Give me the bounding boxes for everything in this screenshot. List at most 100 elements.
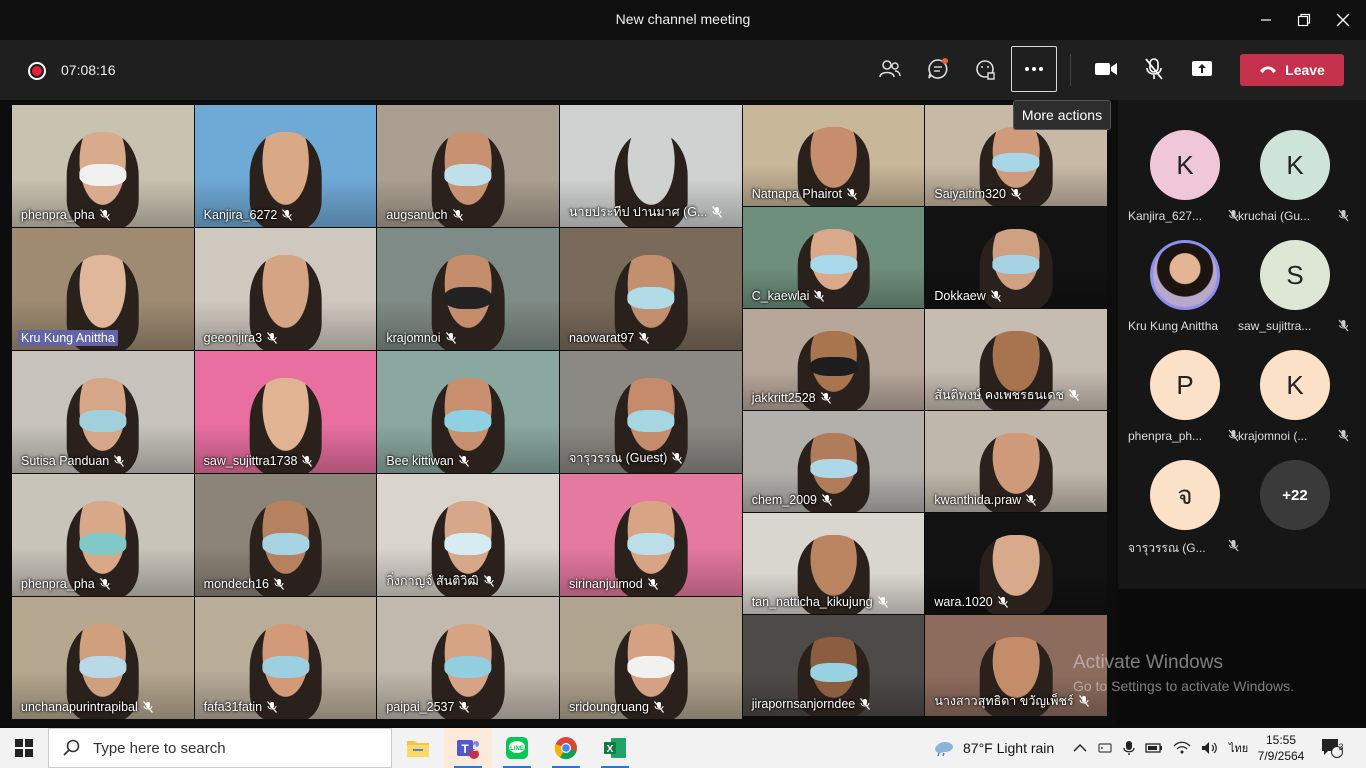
participant-video-tile[interactable]: krajomnoi <box>377 228 560 350</box>
participant-avatar[interactable]: จ <box>1150 460 1220 530</box>
participant-video-tile[interactable]: Kru Kung Anittha <box>12 228 194 350</box>
roster-participant[interactable]: Kkrajomnoi (... <box>1236 350 1354 460</box>
participant-video-tile[interactable]: chem_2009 <box>742 411 925 512</box>
participant-avatar[interactable]: S <box>1260 240 1330 310</box>
participant-name-label: C_kaewlai <box>749 288 828 304</box>
chevron-up-icon[interactable] <box>1073 743 1087 753</box>
roster-participant[interactable]: Kru Kung Anittha <box>1126 240 1244 350</box>
more-participants-avatar[interactable]: +22 <box>1260 460 1330 530</box>
more-actions-button[interactable] <box>1011 46 1057 92</box>
microphone-icon[interactable] <box>1123 740 1135 756</box>
show-conversation-button[interactable] <box>915 46 961 92</box>
muted-mic-icon <box>99 578 110 590</box>
participant-video-tile[interactable]: phenpra_pha <box>12 474 194 596</box>
search-icon <box>63 739 80 756</box>
camera-button[interactable] <box>1083 46 1129 92</box>
taskbar-search-box[interactable]: Type here to search <box>48 728 392 768</box>
avatar-initial: +22 <box>1282 486 1308 504</box>
avatar-initial: จ <box>1177 479 1193 510</box>
participant-video-tile[interactable]: Natnapa Phairot <box>742 105 925 206</box>
taskbar-clock[interactable]: 15:55 7/9/2564 <box>1255 732 1307 764</box>
roster-participant-name: Kanjira_627... <box>1128 209 1203 223</box>
participant-name-label: Dokkaew <box>931 288 1003 304</box>
participant-video-tile[interactable]: Kanjira_6272 <box>194 105 377 227</box>
muted-mic-icon <box>459 701 470 713</box>
taskbar-file-explorer[interactable] <box>394 728 442 768</box>
participant-video-tile[interactable]: Sutisa Panduan <box>12 351 194 473</box>
participant-avatar[interactable]: P <box>1150 350 1220 420</box>
avatar-initial: K <box>1176 149 1194 180</box>
windows-logo-icon <box>15 739 33 757</box>
muted-mic-icon <box>452 209 463 221</box>
participant-video-tile[interactable]: augsanuch <box>377 105 560 227</box>
participant-video-tile[interactable]: sridoungruang <box>560 597 742 719</box>
meeting-timer: 07:08:16 <box>61 62 116 78</box>
minimize-icon <box>1261 19 1271 21</box>
participant-name: phenpra_pha <box>21 577 95 591</box>
mute-button[interactable] <box>1131 46 1177 92</box>
participant-name-label: phenpra_pha <box>18 207 113 223</box>
participant-video-tile[interactable]: fafa31fatin <box>194 597 377 719</box>
muted-mic-icon <box>483 575 494 587</box>
roster-participant[interactable]: Pphenpra_ph... <box>1126 350 1244 460</box>
battery-icon[interactable] <box>1145 741 1163 755</box>
participant-video-tile[interactable]: tan_natticha_kikujung <box>742 513 925 614</box>
leave-label: Leave <box>1285 62 1325 78</box>
taskbar-excel[interactable]: X <box>591 728 639 768</box>
participant-video-tile[interactable]: geeonjira3 <box>194 228 377 350</box>
face-mask <box>444 532 492 555</box>
muted-mic-icon <box>114 455 125 467</box>
wifi-icon[interactable] <box>1173 741 1191 755</box>
avatar-initial: K <box>1286 149 1304 180</box>
participant-avatar[interactable] <box>1150 240 1220 310</box>
taskbar-chrome[interactable] <box>542 728 590 768</box>
participant-video-tile[interactable]: jirapornsanjorndee <box>742 615 925 716</box>
roster-participant[interactable]: Kkruchai (Gu... <box>1236 130 1354 240</box>
face-mask <box>992 153 1040 172</box>
participant-video-tile[interactable]: Bee kittiwan <box>377 351 560 473</box>
network-drive-icon[interactable] <box>1097 741 1113 755</box>
taskbar-teams[interactable]: T 1 <box>444 728 492 768</box>
participant-avatar[interactable]: K <box>1260 350 1330 420</box>
volume-icon[interactable] <box>1201 741 1219 755</box>
restore-icon <box>1297 13 1311 27</box>
face-mask <box>444 409 492 432</box>
svg-text:T: T <box>461 742 469 756</box>
participant-video-tile[interactable]: จารุวรรณ (Guest) <box>560 351 742 473</box>
close-button[interactable] <box>1320 0 1366 40</box>
excel-icon: X <box>604 738 626 758</box>
participant-video-tile[interactable]: Dokkaew <box>925 207 1108 308</box>
participant-avatar[interactable]: K <box>1260 130 1330 200</box>
weather-widget[interactable]: 87°F Light rain <box>933 728 1054 768</box>
start-button[interactable] <box>0 728 48 768</box>
participant-video-tile[interactable]: นายประทีป ปานมาศ (G... <box>560 105 742 227</box>
input-language[interactable]: ไทย <box>1229 739 1248 757</box>
participant-video-tile[interactable]: jakkritt2528 <box>742 309 925 410</box>
participant-video-tile[interactable]: unchanapurintrapibal <box>12 597 194 719</box>
participant-video-tile[interactable]: paipai_2537 <box>377 597 560 719</box>
share-content-button[interactable] <box>1179 46 1225 92</box>
participant-name: tan_natticha_kikujung <box>751 595 873 609</box>
taskbar-line[interactable]: LINE <box>493 728 541 768</box>
participant-video-tile[interactable]: kwanthida.praw <box>925 411 1108 512</box>
participant-video-tile[interactable]: wara.1020 <box>925 513 1108 614</box>
participant-video-tile[interactable]: phenpra_pha <box>12 105 194 227</box>
roster-participant[interactable]: +22 <box>1236 460 1354 570</box>
participant-video-tile[interactable]: naowarat97 <box>560 228 742 350</box>
muted-mic-icon <box>1010 188 1021 200</box>
participant-video-tile[interactable]: C_kaewlai <box>742 207 925 308</box>
roster-participant[interactable]: จจารุวรรณ (G... <box>1126 460 1244 570</box>
participant-video-tile[interactable]: กิ่งกาญจ์ สันติวิฒิ <box>377 474 560 596</box>
participant-video-tile[interactable]: สันติพงษ์ คงเพชรธนเดช <box>925 309 1108 410</box>
reactions-button[interactable] <box>963 46 1009 92</box>
participant-name: geeonjira3 <box>203 331 263 345</box>
roster-participant[interactable]: Ssaw_sujittra... <box>1236 240 1354 350</box>
leave-button[interactable]: Leave <box>1240 54 1344 86</box>
action-center-button[interactable]: 3 <box>1312 728 1352 768</box>
participant-video-tile[interactable]: saw_sujittra1738 <box>194 351 377 473</box>
show-participants-button[interactable] <box>867 46 913 92</box>
participant-video-tile[interactable]: mondech16 <box>194 474 377 596</box>
participant-avatar[interactable]: K <box>1150 130 1220 200</box>
roster-participant[interactable]: K Kanjira_627... <box>1126 130 1244 240</box>
participant-video-tile[interactable]: sirinanjuimod <box>560 474 742 596</box>
